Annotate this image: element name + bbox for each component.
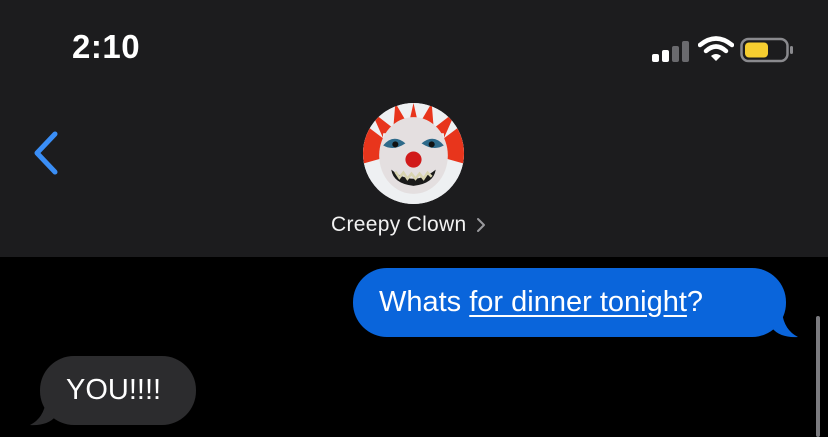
scroll-indicator[interactable] (816, 316, 820, 437)
disclosure-chevron-icon (476, 218, 485, 232)
contact-avatar[interactable] (363, 103, 464, 204)
contact-name-button[interactable]: Creepy Clown (331, 210, 487, 240)
outgoing-message-bubble[interactable]: Whats for dinner tonight ? (353, 268, 786, 337)
status-time: 2:10 (72, 28, 141, 65)
battery-icon (740, 37, 793, 63)
message-text: YOU!!!! (66, 374, 162, 406)
contact-name: Creepy Clown (331, 213, 467, 236)
message-text: Whats (379, 286, 470, 318)
incoming-message-bubble[interactable]: YOU!!!! (40, 356, 196, 425)
message-text-end: ? (686, 286, 704, 318)
incoming-bubble-tail (30, 400, 56, 426)
conversation-header: 2:10 Creepy Clown (0, 0, 828, 257)
outgoing-bubble-tail (772, 312, 798, 338)
wifi-icon (698, 36, 734, 61)
back-chevron-icon[interactable] (28, 126, 68, 182)
cellular-signal-icon (652, 40, 692, 62)
message-link[interactable]: for dinner tonight (469, 288, 687, 317)
